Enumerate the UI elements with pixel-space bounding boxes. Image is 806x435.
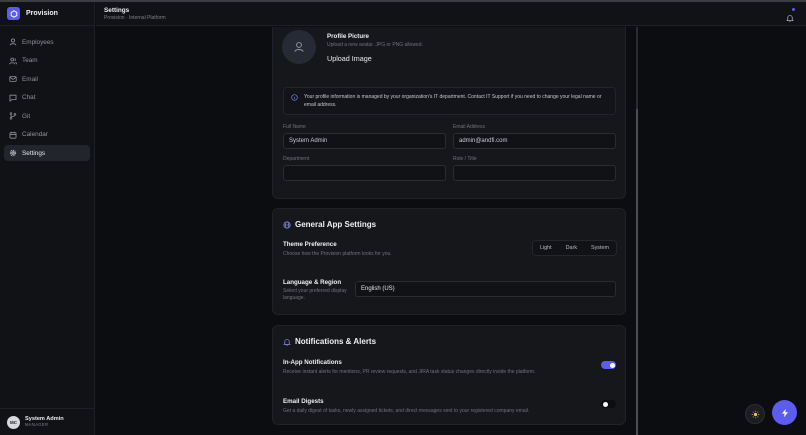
calendar-icon bbox=[9, 131, 17, 139]
sidebar-item-git[interactable]: Git bbox=[4, 108, 90, 124]
page-title: Settings bbox=[104, 7, 130, 14]
lightning-icon bbox=[781, 408, 788, 417]
sidebar-item-label: Chat bbox=[22, 94, 36, 101]
profile-picture-title: Profile Picture bbox=[327, 33, 369, 40]
sidebar-item-label: Employees bbox=[22, 38, 54, 46]
toggle-knob bbox=[609, 362, 615, 368]
profile-avatar[interactable] bbox=[282, 30, 316, 64]
users-icon bbox=[9, 38, 17, 46]
it-managed-notice: Your profile information is managed by y… bbox=[283, 87, 616, 115]
sidebar-item-label: Settings bbox=[22, 149, 46, 157]
theme-option-light[interactable]: Light bbox=[540, 245, 552, 251]
email-field[interactable]: admin@andfi.com bbox=[453, 133, 616, 149]
digest-toggle[interactable] bbox=[601, 400, 616, 408]
git-icon bbox=[9, 112, 17, 120]
in-app-toggle[interactable] bbox=[601, 361, 616, 369]
digest-desc: Get a daily digest of tasks, newly assig… bbox=[283, 408, 530, 414]
role-field[interactable] bbox=[453, 165, 616, 181]
user-icon bbox=[294, 42, 304, 52]
language-select[interactable]: English (US) bbox=[355, 281, 616, 297]
sidebar-item-team[interactable]: Team bbox=[4, 53, 90, 69]
theme-selector: Light Dark System bbox=[532, 240, 617, 256]
sidebar-item-label: Git bbox=[22, 112, 31, 120]
email-label: Email Address bbox=[453, 124, 485, 130]
user-role: MANAGER bbox=[25, 421, 49, 427]
profile-card: Profile Picture Upload a new avatar. JPG… bbox=[272, 27, 626, 199]
notifications-heading: Notifications & Alerts bbox=[283, 337, 376, 346]
in-app-desc: Receive instant alerts for mentions, PR … bbox=[283, 369, 536, 375]
toggle-knob bbox=[602, 401, 608, 407]
digest-title: Email Digests bbox=[283, 398, 324, 405]
in-app-title: In-App Notifications bbox=[283, 359, 342, 366]
mail-icon bbox=[9, 76, 17, 82]
scrollbar-thumb[interactable] bbox=[636, 109, 638, 435]
sidebar-item-calendar[interactable]: Calendar bbox=[4, 127, 90, 143]
sidebar-item-chat[interactable]: Chat bbox=[4, 90, 90, 106]
team-icon bbox=[9, 57, 17, 64]
notifications-title: Notifications & Alerts bbox=[295, 337, 377, 346]
quick-action-button[interactable] bbox=[772, 400, 797, 425]
theme-option-dark[interactable]: Dark bbox=[566, 245, 577, 251]
notification-bell-icon[interactable] bbox=[786, 8, 795, 22]
page-subtitle: Provision · Internal Platform bbox=[104, 15, 166, 21]
sidebar-nav: Employees Team Email Chat Git Calendar S… bbox=[0, 26, 94, 161]
settings-content: Profile Picture Upload a new avatar. JPG… bbox=[96, 27, 806, 435]
notification-badge bbox=[792, 8, 795, 11]
general-settings-card: General App Settings Theme Preference Ch… bbox=[272, 208, 626, 315]
department-field[interactable] bbox=[283, 165, 446, 181]
brand[interactable]: Provision bbox=[0, 2, 94, 26]
department-label: Department bbox=[283, 156, 310, 162]
avatar: MC bbox=[7, 415, 20, 429]
theme-title: Theme Preference bbox=[283, 241, 337, 248]
sidebar-item-email[interactable]: Email bbox=[4, 71, 90, 87]
sidebar-item-employees[interactable]: Employees bbox=[4, 34, 90, 50]
provision-logo-icon bbox=[7, 7, 20, 20]
info-text: Your profile information is managed by y… bbox=[304, 94, 602, 109]
theme-desc: Choose how the Provision platform looks … bbox=[283, 251, 392, 257]
general-settings-title: General App Settings bbox=[295, 220, 377, 229]
language-title: Language & Region bbox=[283, 279, 342, 286]
sidebar-item-settings[interactable]: Settings bbox=[4, 145, 90, 161]
upload-image-button[interactable]: Upload Image bbox=[327, 54, 372, 63]
bell-icon bbox=[283, 338, 291, 346]
theme-option-system[interactable]: System bbox=[591, 245, 609, 251]
sidebar: Provision Employees Team Email Chat Git … bbox=[0, 2, 95, 435]
globe-icon bbox=[283, 220, 291, 229]
info-icon bbox=[291, 94, 298, 101]
sun-icon bbox=[751, 410, 759, 418]
sidebar-item-label: Calendar bbox=[22, 131, 48, 138]
user-profile[interactable]: MC System Admin MANAGER bbox=[0, 408, 95, 435]
brand-name: Provision bbox=[26, 10, 58, 17]
full-name-label: Full Name bbox=[283, 124, 306, 130]
sidebar-item-label: Email bbox=[22, 75, 38, 83]
chat-icon bbox=[9, 94, 17, 102]
full-name-field[interactable]: System Admin bbox=[283, 133, 446, 149]
sidebar-item-label: Team bbox=[22, 57, 38, 64]
notifications-card: Notifications & Alerts In-App Notificati… bbox=[272, 325, 626, 425]
language-desc: Select your preferred display language. bbox=[283, 288, 347, 301]
profile-picture-hint: Upload a new avatar. JPG or PNG allowed. bbox=[327, 42, 423, 48]
role-label: Role / Title bbox=[453, 156, 477, 162]
theme-toggle-button[interactable] bbox=[745, 404, 765, 424]
gear-icon bbox=[9, 149, 17, 157]
general-settings-heading: General App Settings bbox=[283, 220, 376, 229]
top-header: Settings Provision · Internal Platform bbox=[96, 2, 806, 26]
